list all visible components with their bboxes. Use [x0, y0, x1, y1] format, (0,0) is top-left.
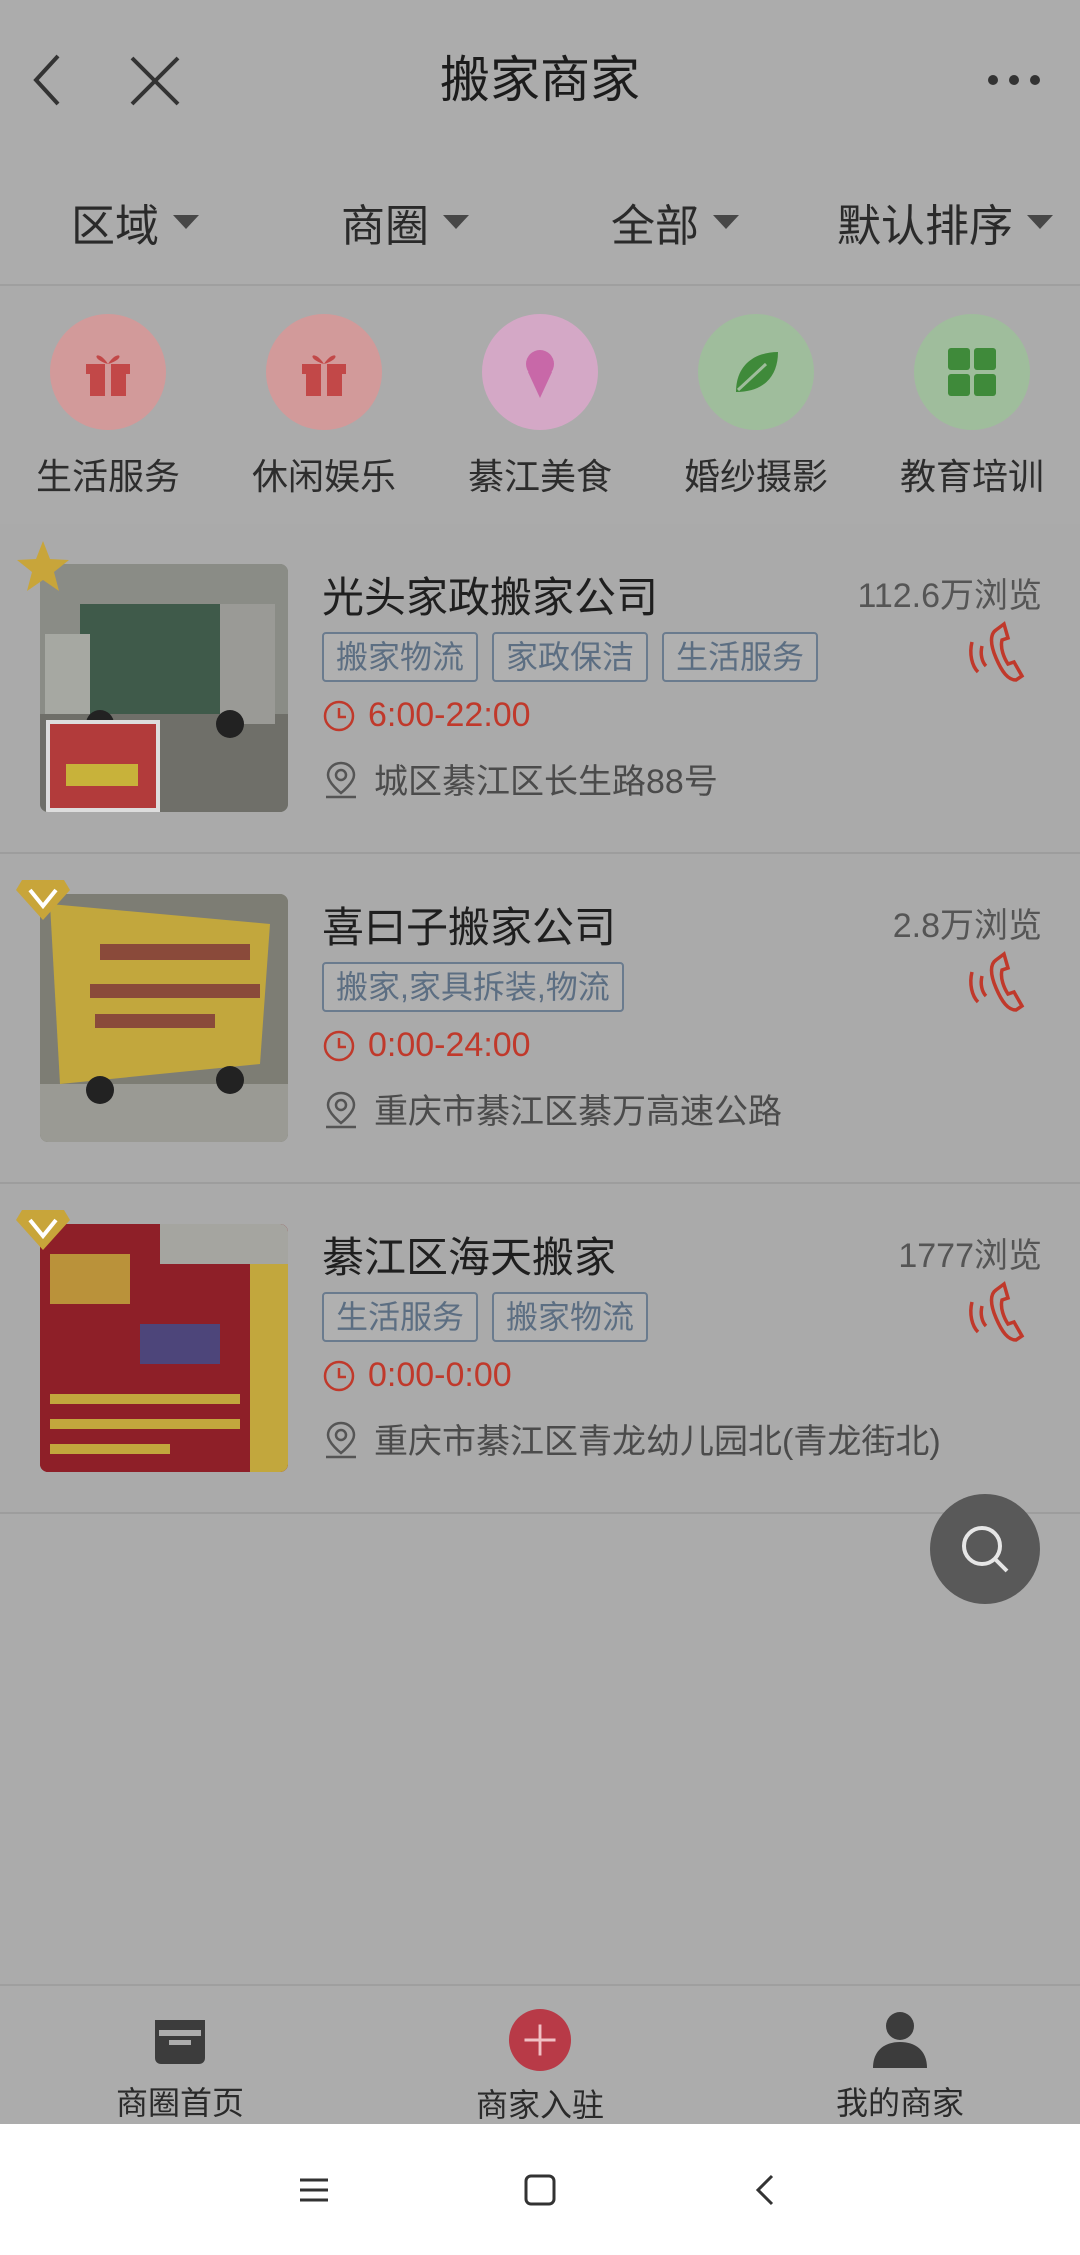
filter-all[interactable]: 全部 — [540, 160, 810, 284]
caret-down-icon — [443, 215, 469, 229]
clock-icon — [323, 700, 355, 731]
nav-home[interactable]: 商圈首页 — [0, 1986, 360, 2126]
category-wedding-photo[interactable]: 婚纱摄影 — [656, 286, 856, 516]
phone-icon — [969, 621, 1025, 682]
gift-icon — [50, 314, 166, 430]
category-life-service[interactable]: 生活服务 — [8, 286, 208, 516]
close-icon — [130, 56, 180, 106]
category-food[interactable]: 綦江美食 — [440, 286, 640, 516]
clock-icon — [323, 1030, 355, 1061]
merchant-card[interactable]: 喜曰子搬家公司 2.8万浏览 搬家,家具拆装,物流 0:00-24:00 重庆市… — [0, 854, 1080, 1184]
search-icon — [962, 1526, 1009, 1573]
system-nav-bar — [0, 2124, 1080, 2255]
call-button[interactable] — [960, 610, 1032, 690]
tag: 生活服务 — [322, 1292, 479, 1342]
ice-cream-icon — [482, 314, 598, 430]
bottom-nav: 商圈首页 商家入驻 我的商家 — [0, 1984, 1080, 2126]
caret-down-icon — [1027, 215, 1053, 229]
tag: 搬家物流 — [492, 1292, 649, 1342]
category-leisure[interactable]: 休闲娱乐 — [224, 286, 424, 516]
caret-down-icon — [173, 215, 199, 229]
filter-sort[interactable]: 默认排序 — [810, 160, 1080, 284]
vip-badge-icon — [16, 1210, 70, 1250]
user-icon — [873, 2012, 927, 2068]
merchant-name: 綦江区海天搬家 — [322, 1234, 617, 1281]
address: 城区綦江区长生路88号 — [322, 754, 718, 803]
phone-icon — [969, 951, 1025, 1012]
category-row: 生活服务 休闲娱乐 綦江美食 婚纱摄影 教育培训 — [0, 286, 1080, 516]
tag: 搬家物流 — [322, 632, 479, 682]
grid-icon — [914, 314, 1030, 430]
filter-area[interactable]: 区域 — [0, 160, 270, 284]
address: 重庆市綦江区青龙幼儿园北(青龙街北) — [322, 1414, 941, 1463]
close-button[interactable] — [126, 52, 184, 110]
tag-list: 搬家,家具拆装,物流 — [322, 962, 624, 1012]
tag: 搬家,家具拆装,物流 — [322, 962, 624, 1012]
store-icon — [155, 2020, 205, 2064]
location-pin-icon — [326, 761, 356, 798]
tag-list: 生活服务 搬家物流 — [322, 1292, 649, 1342]
more-button[interactable] — [984, 60, 1044, 100]
more-dots-icon — [988, 75, 1040, 85]
phone-icon — [969, 1281, 1025, 1342]
merchant-name: 喜曰子搬家公司 — [322, 904, 617, 951]
filter-bar: 区域 商圈 全部 默认排序 — [0, 160, 1080, 286]
back-icon[interactable] — [748, 2172, 784, 2208]
merchant-photo — [40, 564, 288, 812]
location-pin-icon — [326, 1091, 356, 1128]
nav-my-merchant[interactable]: 我的商家 — [720, 1986, 1080, 2126]
home-square-icon[interactable] — [522, 2172, 558, 2208]
merchant-photo — [40, 894, 288, 1142]
tag: 家政保洁 — [492, 632, 649, 682]
vip-badge-icon — [16, 880, 70, 920]
filter-district[interactable]: 商圈 — [270, 160, 540, 284]
merchant-card[interactable]: 綦江区海天搬家 1777浏览 生活服务 搬家物流 0:00-0:00 重庆市綦江… — [0, 1184, 1080, 1514]
call-button[interactable] — [960, 1270, 1032, 1350]
leaf-icon — [698, 314, 814, 430]
chevron-left-icon — [33, 54, 60, 106]
tag: 生活服务 — [662, 632, 819, 682]
menu-icon[interactable] — [296, 2172, 332, 2208]
caret-down-icon — [713, 215, 739, 229]
star-badge-icon — [17, 541, 69, 591]
business-hours: 6:00-22:00 — [322, 696, 531, 735]
top-bar: 搬家商家 — [0, 0, 1080, 160]
business-hours: 0:00-24:00 — [322, 1026, 531, 1065]
gift-icon — [266, 314, 382, 430]
merchant-name: 光头家政搬家公司 — [322, 574, 659, 621]
tag-list: 搬家物流 家政保洁 生活服务 — [322, 632, 819, 682]
address: 重庆市綦江区綦万高速公路 — [322, 1084, 782, 1133]
location-pin-icon — [326, 1421, 356, 1458]
call-button[interactable] — [960, 940, 1032, 1020]
add-circle-icon — [508, 2008, 572, 2072]
business-hours: 0:00-0:00 — [322, 1356, 512, 1395]
category-education[interactable]: 教育培训 — [872, 286, 1072, 516]
back-button[interactable] — [18, 50, 78, 110]
nav-merchant-join[interactable]: 商家入驻 — [360, 1986, 720, 2126]
merchant-photo — [40, 1224, 288, 1472]
merchant-card[interactable]: 光头家政搬家公司 112.6万浏览 搬家物流 家政保洁 生活服务 6:00-22… — [0, 524, 1080, 854]
clock-icon — [323, 1360, 355, 1391]
search-button[interactable] — [930, 1494, 1040, 1604]
